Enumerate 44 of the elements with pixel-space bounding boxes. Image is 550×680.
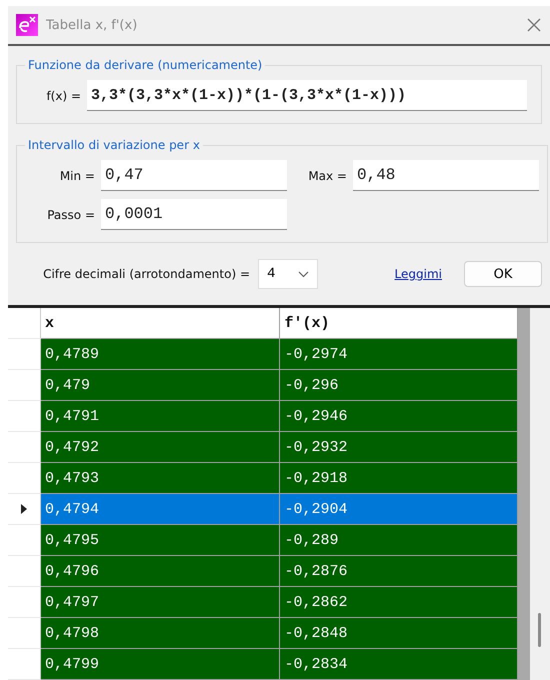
function-field[interactable]: 3,3*(3,3*x*(1-x))*(1-(3,3*x*(1-x))): [87, 80, 527, 111]
table-cell: 0,4793: [40, 463, 280, 494]
readme-link[interactable]: Leggimi: [394, 267, 442, 281]
field-label: Passo =: [46, 208, 95, 222]
table-cell: -0,2904: [280, 494, 518, 525]
column-header[interactable]: x: [40, 308, 280, 339]
table-cell: -0,2974: [280, 339, 518, 370]
app-logo-icon: [16, 14, 38, 36]
table-cell: 0,4791: [40, 401, 280, 432]
table-cell: 0,4799: [40, 649, 280, 680]
decimals-label: Cifre decimali (arrotondamento) =: [42, 267, 250, 281]
table-cell: -0,2918: [280, 463, 518, 494]
max-field[interactable]: 0,48: [353, 160, 539, 191]
field-label: f(x) =: [45, 88, 81, 102]
table-cell: 0,4789: [40, 339, 280, 370]
min-field[interactable]: 0,47: [101, 160, 287, 191]
close-icon[interactable]: [526, 17, 542, 33]
group-legend: Funzione da derivare (numericamente): [25, 58, 266, 72]
table-cell: 0,4794: [40, 494, 280, 525]
table-cell: 0,4797: [40, 587, 280, 618]
table-cell: -0,2876: [280, 556, 518, 587]
group-legend: Intervallo di variazione per x: [25, 138, 203, 152]
table-cell: -0,2932: [280, 432, 518, 463]
chevron-down-icon: [298, 270, 309, 278]
table-cell: -0,289: [280, 525, 518, 556]
table-cell: 0,4796: [40, 556, 280, 587]
column-header[interactable]: f'(x): [280, 308, 518, 339]
row-header[interactable]: [8, 494, 41, 525]
step-field[interactable]: 0,0001: [101, 199, 287, 230]
field-label: Max =: [307, 168, 347, 182]
table-cell: 0,479: [40, 370, 280, 401]
table-cell: -0,2848: [280, 618, 518, 649]
scrollbar-thumb[interactable]: [538, 613, 541, 647]
table-cell: 0,4798: [40, 618, 280, 649]
table-cell: -0,296: [280, 370, 518, 401]
ok-button[interactable]: OK: [464, 261, 542, 287]
table-cell: -0,2946: [280, 401, 518, 432]
table-cell: 0,4795: [40, 525, 280, 556]
decimals-dropdown[interactable]: 4: [258, 259, 318, 289]
table-cell: -0,2834: [280, 649, 518, 680]
window-title: Tabella x, f'(x): [46, 18, 138, 32]
table-cell: 0,4792: [40, 432, 280, 463]
field-label: Min =: [58, 168, 95, 182]
table-cell: -0,2862: [280, 587, 518, 618]
